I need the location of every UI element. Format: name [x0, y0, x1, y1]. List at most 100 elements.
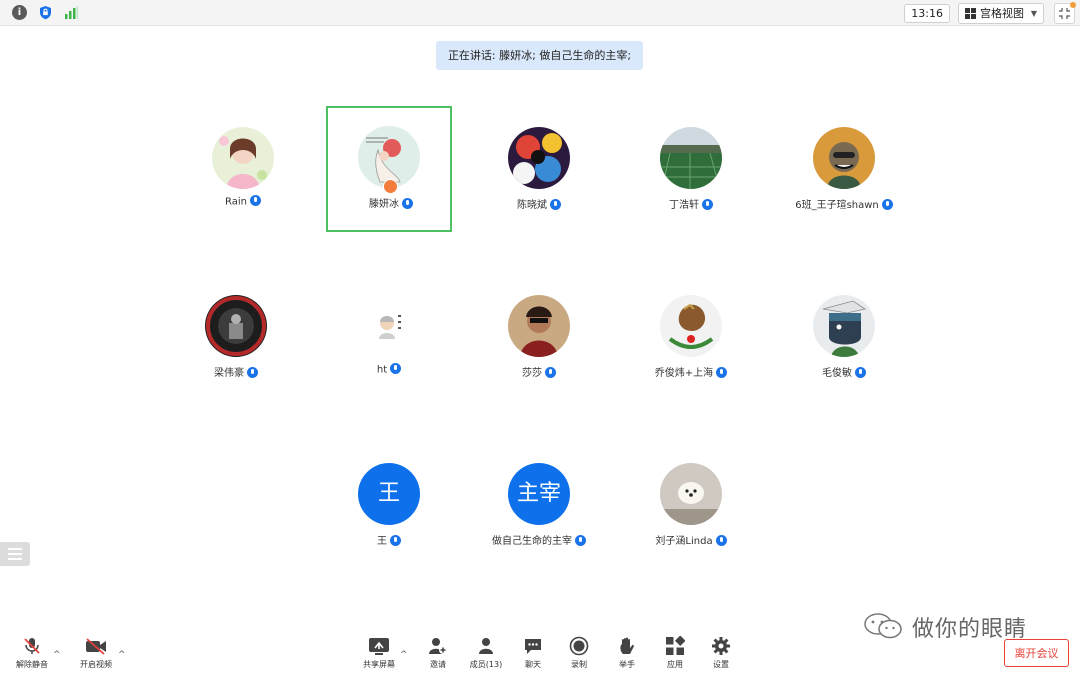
participant-name: 莎莎 — [522, 368, 542, 379]
participant-name-row: 乔俊炜+上海 — [628, 364, 754, 379]
participants-button[interactable]: 成员(13) — [468, 636, 504, 670]
avatar — [212, 127, 274, 189]
chevron-up-icon[interactable]: ^ — [118, 650, 126, 660]
view-mode-label: 宫格视图 — [980, 7, 1024, 20]
chat-icon — [525, 639, 541, 654]
participant-tile[interactable]: 陈晓斌 — [476, 107, 602, 233]
unmute-label: 解除静音 — [16, 660, 48, 669]
meeting-timer: 13:16 — [904, 4, 950, 23]
participant-tile[interactable]: 毛俊敏 — [781, 275, 907, 401]
participant-tile[interactable]: 王 王 — [326, 443, 452, 569]
participant-tile[interactable]: 丁浩轩 — [628, 107, 754, 233]
participant-name: ht — [376, 364, 388, 376]
record-icon — [569, 636, 589, 656]
list-icon — [8, 548, 22, 550]
share-screen-label: 共享屏幕 — [363, 660, 395, 669]
shield-icon[interactable] — [38, 5, 53, 20]
share-screen-icon — [369, 638, 389, 655]
participant-name: 乔俊炜+上海 — [654, 368, 714, 379]
record-label: 录制 — [571, 660, 587, 669]
participant-name: 梁伟豪 — [214, 368, 244, 379]
mic-muted-icon — [390, 363, 402, 374]
participants-icon — [479, 638, 493, 654]
top-bar: i 13:16 宫格视图 ▼ — [0, 0, 1080, 26]
participant-name: Rain — [225, 196, 247, 208]
gear-icon — [712, 637, 730, 655]
raise-hand-icon — [620, 637, 634, 654]
mic-off-icon — [24, 638, 40, 654]
mic-muted-icon — [550, 198, 561, 210]
participant-name-row: 王 — [326, 532, 452, 547]
chevron-up-icon[interactable]: ^ — [400, 650, 408, 660]
chevron-down-icon: ▼ — [1030, 9, 1037, 18]
participant-name: 刘子涵Linda — [655, 536, 713, 547]
notification-dot — [1070, 2, 1076, 8]
participant-name-row: 莎莎 — [476, 364, 602, 379]
participant-tile[interactable]: 6班_王子瑄shawn — [781, 107, 907, 233]
start-video-label: 开启视频 — [80, 660, 112, 669]
mic-muted-icon — [545, 366, 556, 378]
participant-name-row: ht — [326, 363, 452, 376]
avatar — [508, 295, 570, 357]
side-panel-toggle[interactable] — [0, 542, 30, 566]
info-icon[interactable]: i — [12, 5, 27, 20]
chevron-up-icon[interactable]: ^ — [53, 650, 61, 660]
participant-name: 王 — [377, 536, 387, 547]
participant-name-row: 滕妍冰 — [328, 195, 454, 210]
active-speaker-banner: 正在讲话: 滕妍冰; 做自己生命的主宰; — [436, 41, 643, 70]
apps-icon — [666, 636, 685, 655]
participant-tile[interactable]: Rain — [180, 107, 306, 233]
avatar-initials: 王 — [358, 463, 420, 525]
invite-label: 邀请 — [430, 660, 446, 669]
raise-hand-label: 举手 — [619, 660, 635, 669]
settings-button[interactable]: 设置 — [708, 636, 734, 670]
exit-fullscreen-button[interactable] — [1054, 2, 1076, 24]
mic-muted-icon — [716, 366, 728, 378]
share-screen-button[interactable]: 共享屏幕 — [360, 636, 398, 670]
participants-label: 成员(13) — [469, 660, 503, 669]
participant-tile-active-speaker[interactable]: 滕妍冰 — [326, 106, 452, 232]
invite-button[interactable]: 邀请 — [424, 636, 452, 670]
mic-muted-icon — [715, 534, 727, 546]
video-off-icon — [86, 638, 106, 655]
participant-name: 丁浩轩 — [669, 200, 699, 211]
participant-name-row: Rain — [180, 195, 306, 208]
raise-hand-button[interactable]: 举手 — [614, 636, 640, 670]
avatar — [205, 295, 267, 357]
participant-name: 毛俊敏 — [822, 368, 852, 379]
mic-muted-icon — [402, 197, 413, 209]
participant-name: 滕妍冰 — [369, 199, 399, 210]
leave-meeting-button[interactable]: 离开会议 — [1004, 639, 1069, 667]
participant-name-row: 毛俊敏 — [781, 364, 907, 379]
participant-tile[interactable]: 主宰 做自己生命的主宰 — [476, 443, 602, 569]
apps-button[interactable]: 应用 — [662, 636, 688, 670]
participant-name-row: 做自己生命的主宰 — [476, 532, 602, 547]
participant-tile[interactable]: 刘子涵Linda — [628, 443, 754, 569]
wechat-logo-icon — [864, 613, 902, 639]
avatar — [813, 295, 875, 357]
mic-muted-icon — [249, 195, 261, 206]
participant-name-row: 丁浩轩 — [628, 196, 754, 211]
signal-icon[interactable] — [64, 5, 79, 20]
participant-name-row: 6班_王子瑄shawn — [781, 196, 907, 211]
chat-label: 聊天 — [525, 660, 541, 669]
mic-muted-icon — [881, 198, 893, 210]
participant-tile[interactable]: 莎莎 — [476, 275, 602, 401]
participant-name: 陈晓斌 — [517, 200, 547, 211]
participant-name: 做自己生命的主宰 — [492, 536, 572, 547]
participant-tile[interactable]: ht — [326, 275, 452, 401]
mic-muted-icon — [702, 198, 713, 210]
apps-label: 应用 — [667, 660, 683, 669]
view-mode-dropdown[interactable]: 宫格视图 ▼ — [958, 3, 1044, 24]
participant-name-row: 刘子涵Linda — [628, 532, 754, 547]
participant-name-row: 梁伟豪 — [173, 364, 299, 379]
avatar — [660, 463, 722, 525]
chat-button[interactable]: 聊天 — [520, 636, 546, 670]
grid-view-icon — [965, 8, 976, 19]
start-video-button[interactable]: 开启视频 — [78, 636, 114, 670]
participant-tile[interactable]: 梁伟豪 — [173, 275, 299, 401]
participant-tile[interactable]: 乔俊炜+上海 — [628, 275, 754, 401]
record-button[interactable]: 录制 — [566, 636, 592, 670]
unmute-button[interactable]: 解除静音 — [14, 636, 50, 670]
host-badge-icon — [383, 179, 398, 194]
